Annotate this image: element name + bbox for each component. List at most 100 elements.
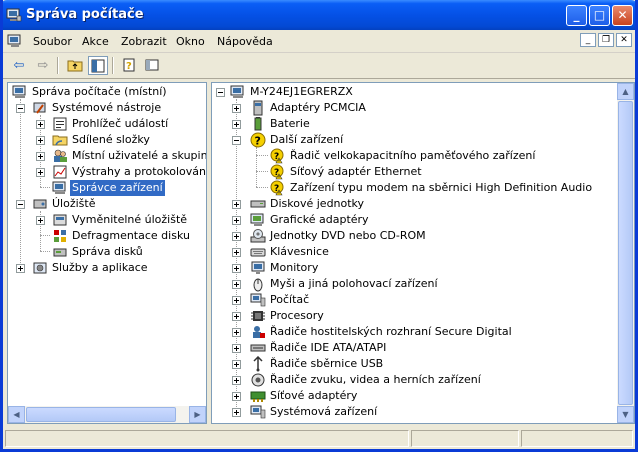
mdi-close-button[interactable]: ✕ <box>616 33 632 47</box>
console-tree-pane[interactable]: Správa počítače (místní) Systémové nástr… <box>7 82 207 424</box>
mmc-doc-icon[interactable] <box>7 33 23 49</box>
cd-rom-icon <box>250 229 266 243</box>
removable-storage-icon <box>53 214 67 226</box>
show-hide-tree-icon[interactable] <box>88 56 108 75</box>
tree-connector <box>40 187 50 188</box>
tree-connector <box>256 155 268 156</box>
mdi-restore-button[interactable]: ❐ <box>598 33 614 47</box>
warning-device-icon: ? <box>270 148 284 164</box>
scroll-up-button[interactable]: ▲ <box>617 83 634 100</box>
expand-toggle[interactable] <box>36 168 45 177</box>
expand-toggle[interactable] <box>232 376 241 385</box>
expand-toggle[interactable] <box>232 248 241 257</box>
monitor-icon <box>251 261 265 274</box>
expand-toggle[interactable] <box>232 360 241 369</box>
expand-toggle[interactable] <box>232 328 241 337</box>
processor-icon <box>251 311 265 321</box>
minimize-button[interactable]: _ <box>566 5 587 26</box>
ide-controller-icon <box>250 344 266 352</box>
device-category-label: Řadiče sběrnice USB <box>270 357 384 370</box>
expand-toggle[interactable] <box>232 216 241 225</box>
other-device-label: Řadič velkokapacitního paměťového zaříze… <box>290 149 536 162</box>
window-title: Správa počítače <box>26 7 144 22</box>
defragment-icon <box>54 230 66 242</box>
device-category-label: Řadiče zvuku, videa a herních zařízení <box>270 373 481 386</box>
device-category-label: Myši a jiná polohovací zařízení <box>270 277 438 290</box>
expand-toggle[interactable] <box>232 312 241 321</box>
expand-toggle[interactable] <box>232 264 241 273</box>
expand-toggle[interactable] <box>232 296 241 305</box>
maximize-button[interactable]: □ <box>589 5 610 26</box>
computer-management-icon <box>6 8 22 22</box>
device-category-label: Monitory <box>270 261 319 274</box>
device-category-label: Další zařízení <box>270 133 344 146</box>
tree-item-label: Úložiště <box>52 197 96 210</box>
forward-arrow-icon[interactable]: ⇨ <box>33 56 53 75</box>
help-icon[interactable] <box>142 56 162 75</box>
horizontal-scrollbar[interactable]: ◀ ▶ <box>8 406 206 423</box>
storage-icon <box>33 199 47 209</box>
device-category-label: Adaptéry PCMCIA <box>270 101 366 114</box>
device-tree-pane[interactable]: M-Y24EJ1EGRERZX Adaptéry PCMCIA Baterie … <box>211 82 635 424</box>
status-cell <box>521 430 633 447</box>
collapse-toggle[interactable] <box>16 200 25 209</box>
collapse-toggle[interactable] <box>232 136 241 145</box>
expand-toggle[interactable] <box>16 264 25 273</box>
menu-akce[interactable]: Akce <box>82 35 109 48</box>
device-tree-root-label: M-Y24EJ1EGRERZX <box>250 85 353 98</box>
tree-item-label: Správa disků <box>72 245 143 258</box>
menu-okno[interactable]: Okno <box>176 35 205 48</box>
tree-item-label: Vyměnitelné úložiště <box>72 213 188 226</box>
expand-toggle[interactable] <box>232 120 241 129</box>
tree-connector <box>40 251 50 252</box>
expand-toggle[interactable] <box>232 392 241 401</box>
back-arrow-icon[interactable]: ⇦ <box>9 56 29 75</box>
close-button[interactable]: ✕ <box>612 5 633 26</box>
collapse-toggle[interactable] <box>16 104 25 113</box>
expand-toggle[interactable] <box>36 216 45 225</box>
menu-zobrazit[interactable]: Zobrazit <box>121 35 167 48</box>
device-category-label: Řadiče IDE ATA/ATAPI <box>270 341 387 354</box>
pcmcia-icon <box>253 100 263 116</box>
scroll-right-button[interactable]: ▶ <box>189 406 206 423</box>
scroll-thumb[interactable] <box>26 407 176 422</box>
svg-text:?: ? <box>255 135 261 148</box>
unknown-device-icon: ? <box>250 132 266 148</box>
device-manager-icon <box>52 181 66 194</box>
warning-device-icon: ? <box>270 164 284 180</box>
expand-toggle[interactable] <box>232 104 241 113</box>
properties-icon[interactable]: ? <box>119 56 139 75</box>
tree-item-label: Prohlížeč událostí <box>72 117 169 130</box>
expand-toggle[interactable] <box>36 136 45 145</box>
expand-toggle[interactable] <box>232 408 241 417</box>
vertical-scrollbar[interactable]: ▲ ▼ <box>617 83 634 423</box>
computer-icon <box>250 293 266 307</box>
expand-toggle[interactable] <box>36 120 45 129</box>
scroll-down-button[interactable]: ▼ <box>617 406 634 423</box>
menu-napoveda[interactable]: Nápověda <box>217 35 273 48</box>
expand-toggle[interactable] <box>232 200 241 209</box>
tree-connector <box>256 171 268 172</box>
tree-connector <box>256 147 257 187</box>
mdi-minimize-button[interactable]: _ <box>580 33 596 47</box>
device-category-label: Síťové adaptéry <box>270 389 358 402</box>
disk-drive-icon <box>250 200 266 208</box>
expand-toggle[interactable] <box>232 280 241 289</box>
up-folder-icon[interactable] <box>65 56 85 75</box>
sd-host-icon <box>253 326 265 338</box>
expand-toggle[interactable] <box>36 152 45 161</box>
other-device-label: Síťový adaptér Ethernet <box>290 165 422 178</box>
expand-toggle[interactable] <box>232 344 241 353</box>
device-category-label: Diskové jednotky <box>270 197 365 210</box>
event-viewer-icon <box>53 117 67 131</box>
scroll-left-button[interactable]: ◀ <box>8 406 25 423</box>
collapse-toggle[interactable] <box>216 88 225 97</box>
tree-item-label: Místní uživatelé a skupiny <box>72 149 207 162</box>
device-category-label: Klávesnice <box>270 245 329 258</box>
expand-toggle[interactable] <box>232 232 241 241</box>
menu-soubor[interactable]: Soubor <box>33 35 72 48</box>
title-bar[interactable]: Správa počítače _ □ ✕ <box>3 0 635 30</box>
scroll-thumb[interactable] <box>618 101 633 405</box>
performance-logs-icon <box>53 165 67 179</box>
device-category-label: Jednotky DVD nebo CD-ROM <box>270 229 426 242</box>
